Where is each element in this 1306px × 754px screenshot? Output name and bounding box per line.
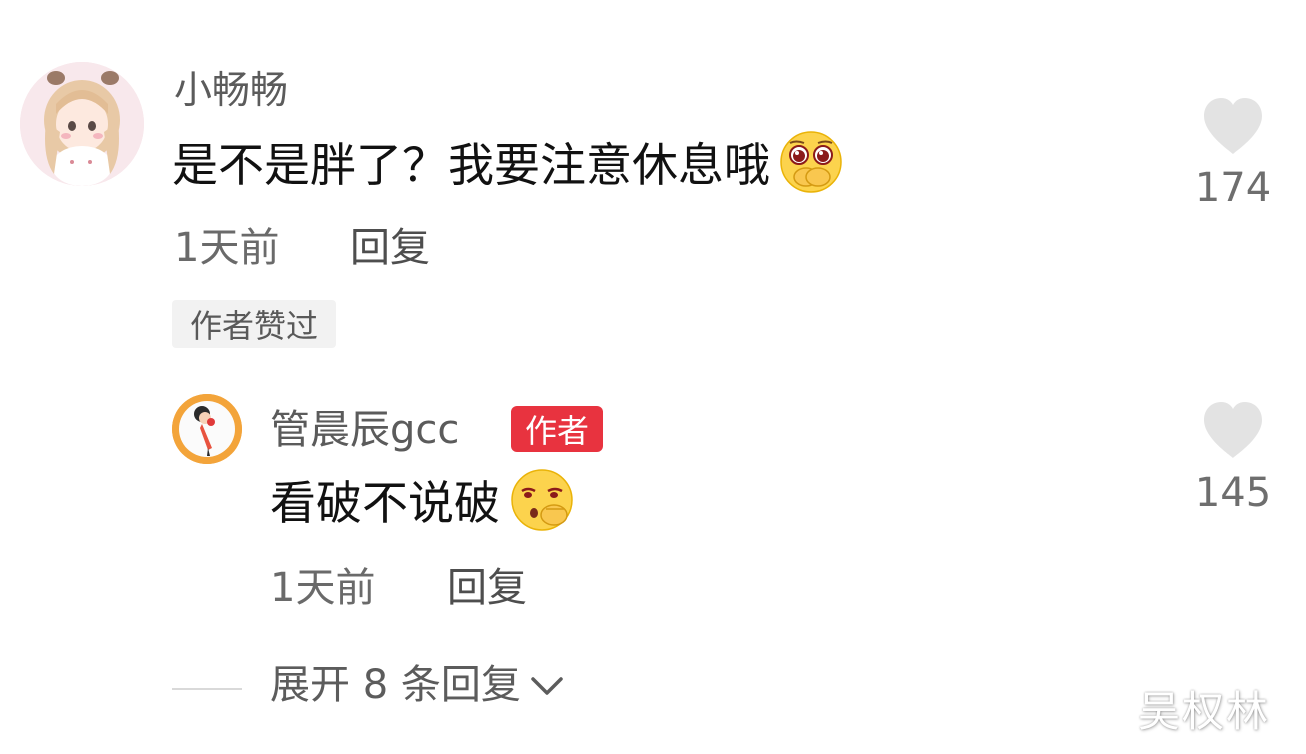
reply-body: 看破不说破 <box>270 468 576 534</box>
reply-like-button[interactable] <box>1200 400 1266 460</box>
author-badge: 作者 <box>511 406 604 452</box>
author-username[interactable]: 管晨辰gcc <box>270 410 459 450</box>
author-avatar[interactable] <box>172 394 242 464</box>
commenter-avatar-image <box>20 62 144 186</box>
shushing-face-icon <box>508 468 576 538</box>
comment-like-button[interactable] <box>1200 96 1266 156</box>
reply-text: 看破不说破 <box>270 476 500 530</box>
expand-replies-label: 展开 8 条回复 <box>270 662 521 708</box>
commenter-avatar[interactable] <box>20 62 144 186</box>
comment-reply-button[interactable]: 回复 <box>350 228 430 268</box>
chevron-down-icon <box>529 665 565 705</box>
expand-divider <box>172 688 242 690</box>
comment-body: 是不是胖了？我要注意休息哦 <box>172 130 844 194</box>
reply-like-count: 145 <box>1194 470 1272 516</box>
heart-icon <box>1204 402 1262 458</box>
comment-timestamp: 1天前 <box>174 225 280 271</box>
expand-replies-button[interactable]: 展开 8 条回复 <box>270 665 565 705</box>
comment-text: 是不是胖了？我要注意休息哦 <box>172 138 770 192</box>
commenter-username[interactable]: 小畅畅 <box>174 71 288 109</box>
reply-reply-button[interactable]: 回复 <box>447 568 527 608</box>
heart-icon <box>1204 98 1262 154</box>
watermark: 吴权林 <box>1138 687 1271 736</box>
author-avatar-image <box>172 394 242 464</box>
comment-like-count: 174 <box>1194 165 1272 211</box>
pleading-face-icon <box>778 130 844 200</box>
reply-timestamp: 1天前 <box>270 565 376 611</box>
author-liked-badge: 作者赞过 <box>172 300 337 348</box>
